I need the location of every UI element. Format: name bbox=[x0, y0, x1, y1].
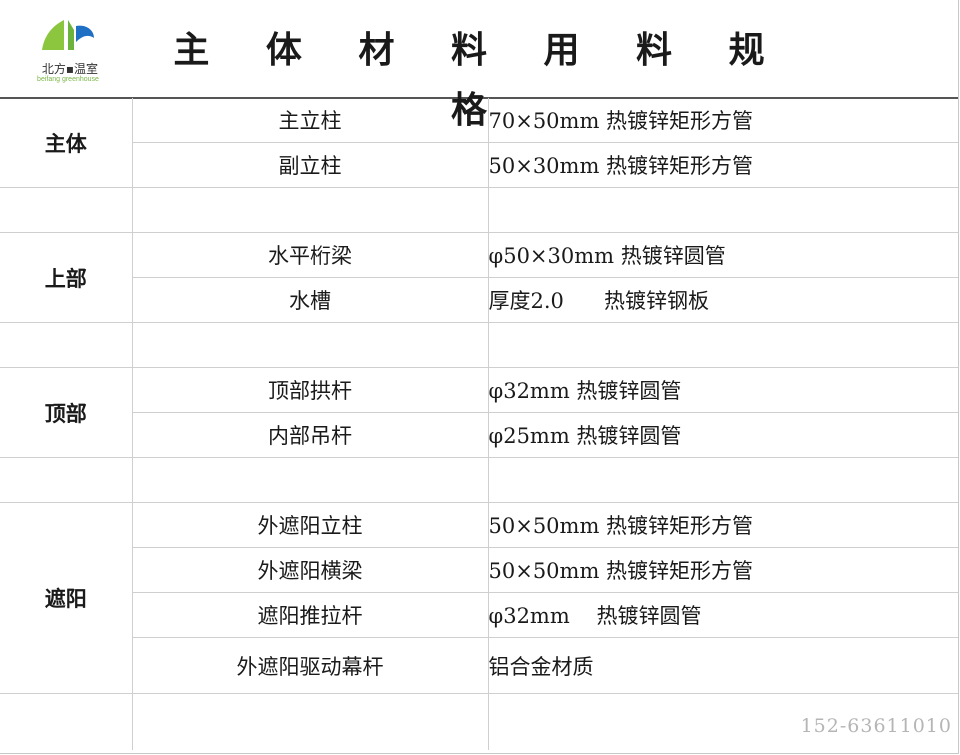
item-name: 水平桁梁 bbox=[132, 232, 489, 278]
table-row: 水槽 厚度2.0 热镀锌钢板 bbox=[0, 277, 958, 323]
leaf-logo-icon bbox=[42, 20, 94, 50]
page-title: 主 体 材 料 用 料 规 格 bbox=[173, 29, 787, 131]
item-name: 外遮阳驱动幕杆 bbox=[132, 637, 489, 694]
group-label: 顶部 bbox=[0, 367, 133, 458]
phone-watermark: 152-63611010 bbox=[800, 715, 952, 737]
table-row: 副立柱 50×30mm 热镀锌矩形方管 bbox=[0, 142, 958, 188]
item-spec: φ32mm 热镀锌圆管 bbox=[488, 367, 958, 413]
item-spec: φ32mm 热镀锌圆管 bbox=[488, 592, 958, 638]
spec-sheet: 北方▪温室 beifang greenhouse 主 体 材 料 用 料 规 格… bbox=[0, 0, 959, 754]
table-row: 遮阳 外遮阳立柱 50×50mm 热镀锌矩形方管 bbox=[0, 502, 958, 694]
item-name: 水槽 bbox=[132, 277, 489, 323]
item-spec: 铝合金材质 bbox=[488, 637, 958, 694]
item-name: 外遮阳立柱 bbox=[132, 502, 489, 548]
table-row: 上部 水平桁梁 φ50×30mm 热镀锌圆管 bbox=[0, 232, 958, 323]
item-name: 内部吊杆 bbox=[132, 412, 489, 458]
item-spec: 50×50mm 热镀锌矩形方管 bbox=[488, 502, 958, 548]
blank-row bbox=[0, 187, 958, 233]
item-spec: 厚度2.0 热镀锌钢板 bbox=[488, 277, 958, 323]
table-row: 主体 主立柱 70×50mm 热镀锌矩形方管 bbox=[0, 98, 958, 188]
logo-text-cn: 北方▪温室 bbox=[41, 62, 99, 76]
item-spec: φ25mm 热镀锌圆管 bbox=[488, 412, 958, 458]
group-label: 上部 bbox=[0, 232, 133, 323]
item-name: 副立柱 bbox=[132, 142, 489, 188]
item-name: 外遮阳横梁 bbox=[132, 547, 489, 593]
item-name: 顶部拱杆 bbox=[132, 367, 489, 413]
table-row: 遮阳推拉杆 φ32mm 热镀锌圆管 bbox=[0, 592, 958, 638]
blank-row bbox=[0, 457, 958, 503]
table-row: 外遮阳横梁 50×50mm 热镀锌矩形方管 bbox=[0, 547, 958, 593]
logo-text-en: beifang greenhouse bbox=[37, 76, 99, 83]
item-spec: 50×50mm 热镀锌矩形方管 bbox=[488, 547, 958, 593]
table-row: 顶部 顶部拱杆 φ32mm 热镀锌圆管 bbox=[0, 367, 958, 458]
group-label: 遮阳 bbox=[0, 502, 133, 694]
company-logo: 北方▪温室 beifang greenhouse bbox=[28, 16, 108, 88]
item-name: 遮阳推拉杆 bbox=[132, 592, 489, 638]
table-row: 外遮阳驱动幕杆 铝合金材质 bbox=[0, 637, 958, 694]
item-name: 主立柱 bbox=[132, 98, 489, 143]
group-label: 主体 bbox=[0, 98, 133, 188]
item-spec: 70×50mm 热镀锌矩形方管 bbox=[488, 98, 958, 143]
item-spec: 50×30mm 热镀锌矩形方管 bbox=[488, 142, 958, 188]
item-spec: φ50×30mm 热镀锌圆管 bbox=[488, 232, 958, 278]
blank-row bbox=[0, 322, 958, 368]
header: 北方▪温室 beifang greenhouse 主 体 材 料 用 料 规 格 bbox=[0, 0, 958, 131]
spec-table: 主体 主立柱 70×50mm 热镀锌矩形方管 副立柱 50×30mm 热镀锌矩形… bbox=[0, 98, 958, 750]
table-row: 内部吊杆 φ25mm 热镀锌圆管 bbox=[0, 412, 958, 458]
